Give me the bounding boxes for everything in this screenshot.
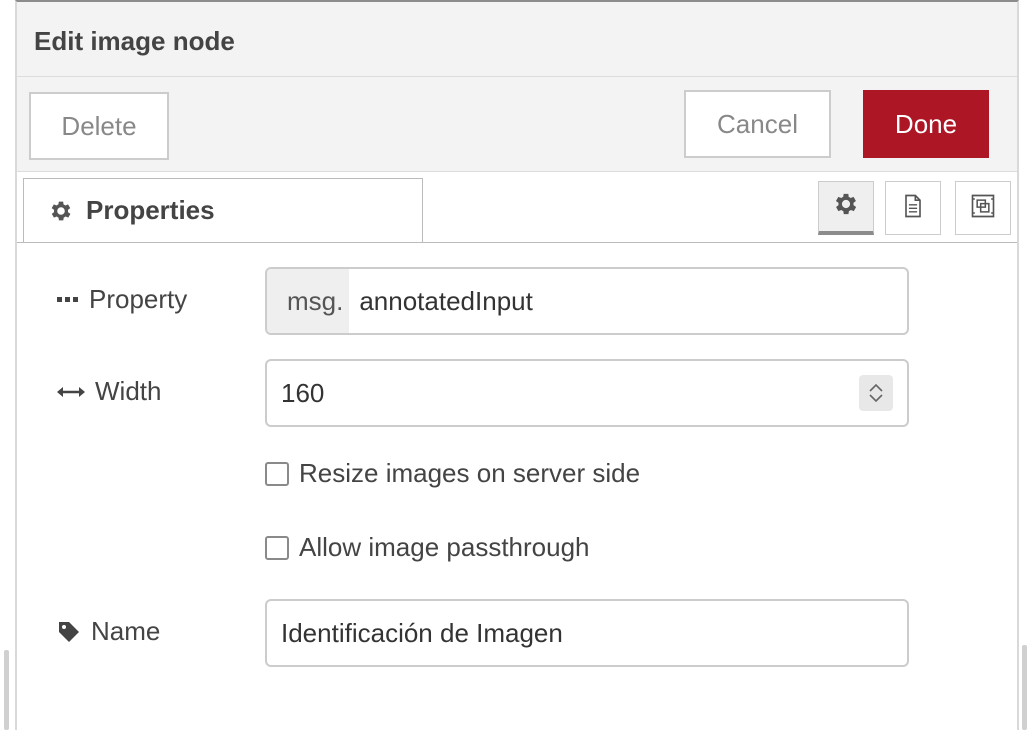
- tag-icon: [57, 620, 81, 644]
- name-value[interactable]: Identificación de Imagen: [267, 618, 563, 649]
- ellipsis-icon: [57, 296, 79, 304]
- name-label: Name: [91, 616, 161, 646]
- layout-icon: [969, 192, 997, 225]
- delete-button[interactable]: Delete: [29, 92, 169, 160]
- property-label-row: Property: [57, 284, 187, 315]
- tab-button-description[interactable]: [885, 181, 941, 235]
- resize-checkbox-row[interactable]: Resize images on server side: [265, 458, 640, 489]
- right-scrollbar[interactable]: [1022, 645, 1027, 730]
- done-button[interactable]: Done: [863, 90, 989, 158]
- edit-dialog: Edit image node Delete Cancel Done Prope…: [15, 0, 1019, 730]
- document-icon: [899, 192, 927, 225]
- tab-button-settings[interactable]: [818, 181, 874, 235]
- dialog-toolbar: Delete Cancel Done: [17, 77, 1017, 172]
- property-prefix[interactable]: msg.: [267, 269, 350, 333]
- name-label-row: Name: [57, 616, 160, 647]
- tab-properties-label: Properties: [86, 195, 215, 225]
- width-label-row: Width: [57, 376, 161, 407]
- resize-checkbox[interactable]: [265, 461, 289, 486]
- width-spinner[interactable]: [859, 375, 893, 411]
- tab-properties[interactable]: Properties: [23, 178, 423, 242]
- chevron-down-icon[interactable]: [868, 393, 884, 403]
- width-label: Width: [95, 376, 162, 406]
- chevron-up-icon[interactable]: [868, 383, 884, 393]
- passthrough-checkbox-row[interactable]: Allow image passthrough: [265, 532, 590, 563]
- property-input[interactable]: msg. annotatedInput: [265, 267, 909, 335]
- arrows-horizontal-icon: [57, 385, 85, 399]
- passthrough-checkbox[interactable]: [265, 535, 289, 560]
- cancel-button[interactable]: Cancel: [684, 90, 831, 158]
- tab-bar: Properties: [17, 172, 1017, 243]
- property-value[interactable]: annotatedInput: [349, 286, 533, 317]
- gear-icon: [832, 190, 860, 223]
- width-input[interactable]: 160: [265, 359, 909, 427]
- dialog-header: Edit image node: [17, 2, 1017, 77]
- passthrough-checkbox-label[interactable]: Allow image passthrough: [299, 532, 590, 563]
- gear-icon: [48, 198, 74, 224]
- left-scrollbar[interactable]: [4, 650, 9, 730]
- dialog-title: Edit image node: [34, 26, 235, 56]
- property-label: Property: [89, 284, 188, 314]
- tab-button-appearance[interactable]: [955, 181, 1011, 235]
- width-value[interactable]: 160: [267, 378, 324, 409]
- name-input[interactable]: Identificación de Imagen: [265, 599, 909, 667]
- resize-checkbox-label[interactable]: Resize images on server side: [299, 458, 640, 489]
